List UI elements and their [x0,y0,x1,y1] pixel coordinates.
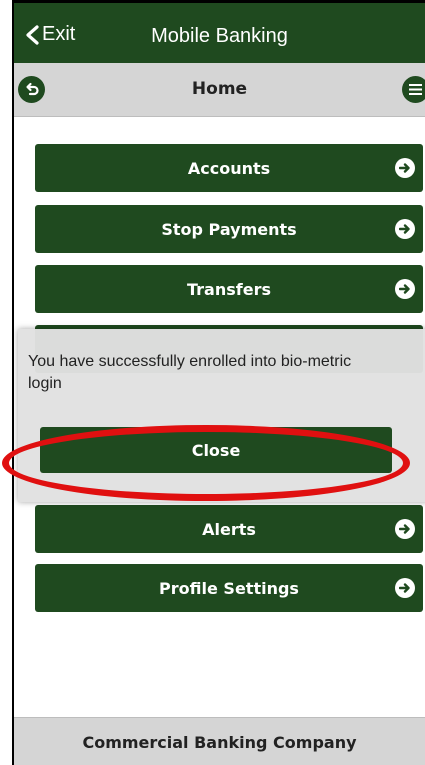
arrow-right-icon [395,519,415,539]
menu-item-label: Accounts [187,158,271,178]
menu-item-transfers[interactable]: Transfers [35,265,423,313]
page-header: Home [14,63,425,117]
app-header: Exit Mobile Banking [14,3,425,63]
menu-item-alerts[interactable]: Alerts [35,505,423,553]
hamburger-menu-icon [409,84,422,95]
arrow-right-icon [395,158,415,178]
arrow-right-icon [395,279,415,299]
dialog-message: You have successfully enrolled into bio-… [28,353,352,392]
page-title: Home [191,79,248,99]
menu-item-label: Alerts [202,519,256,539]
menu-item-accounts[interactable]: Accounts [35,144,423,192]
menu-item-stop-payments[interactable]: Stop Payments [35,205,423,253]
menu-item-label: Stop Payments [161,219,297,239]
arrow-right-icon [395,219,415,239]
menu-item-profile-settings[interactable]: Profile Settings [35,564,423,612]
footer-company-name: Commercial Banking Company [14,717,425,765]
enrollment-dialog: You have successfully enrolled into bio-… [18,329,425,502]
close-button[interactable]: Close [40,427,392,473]
menu-button[interactable] [402,76,425,103]
menu-item-label: Profile Settings [159,578,299,598]
app-title: Mobile Banking [151,25,288,47]
menu-item-label: Transfers [187,279,271,299]
arrow-right-icon [395,578,415,598]
